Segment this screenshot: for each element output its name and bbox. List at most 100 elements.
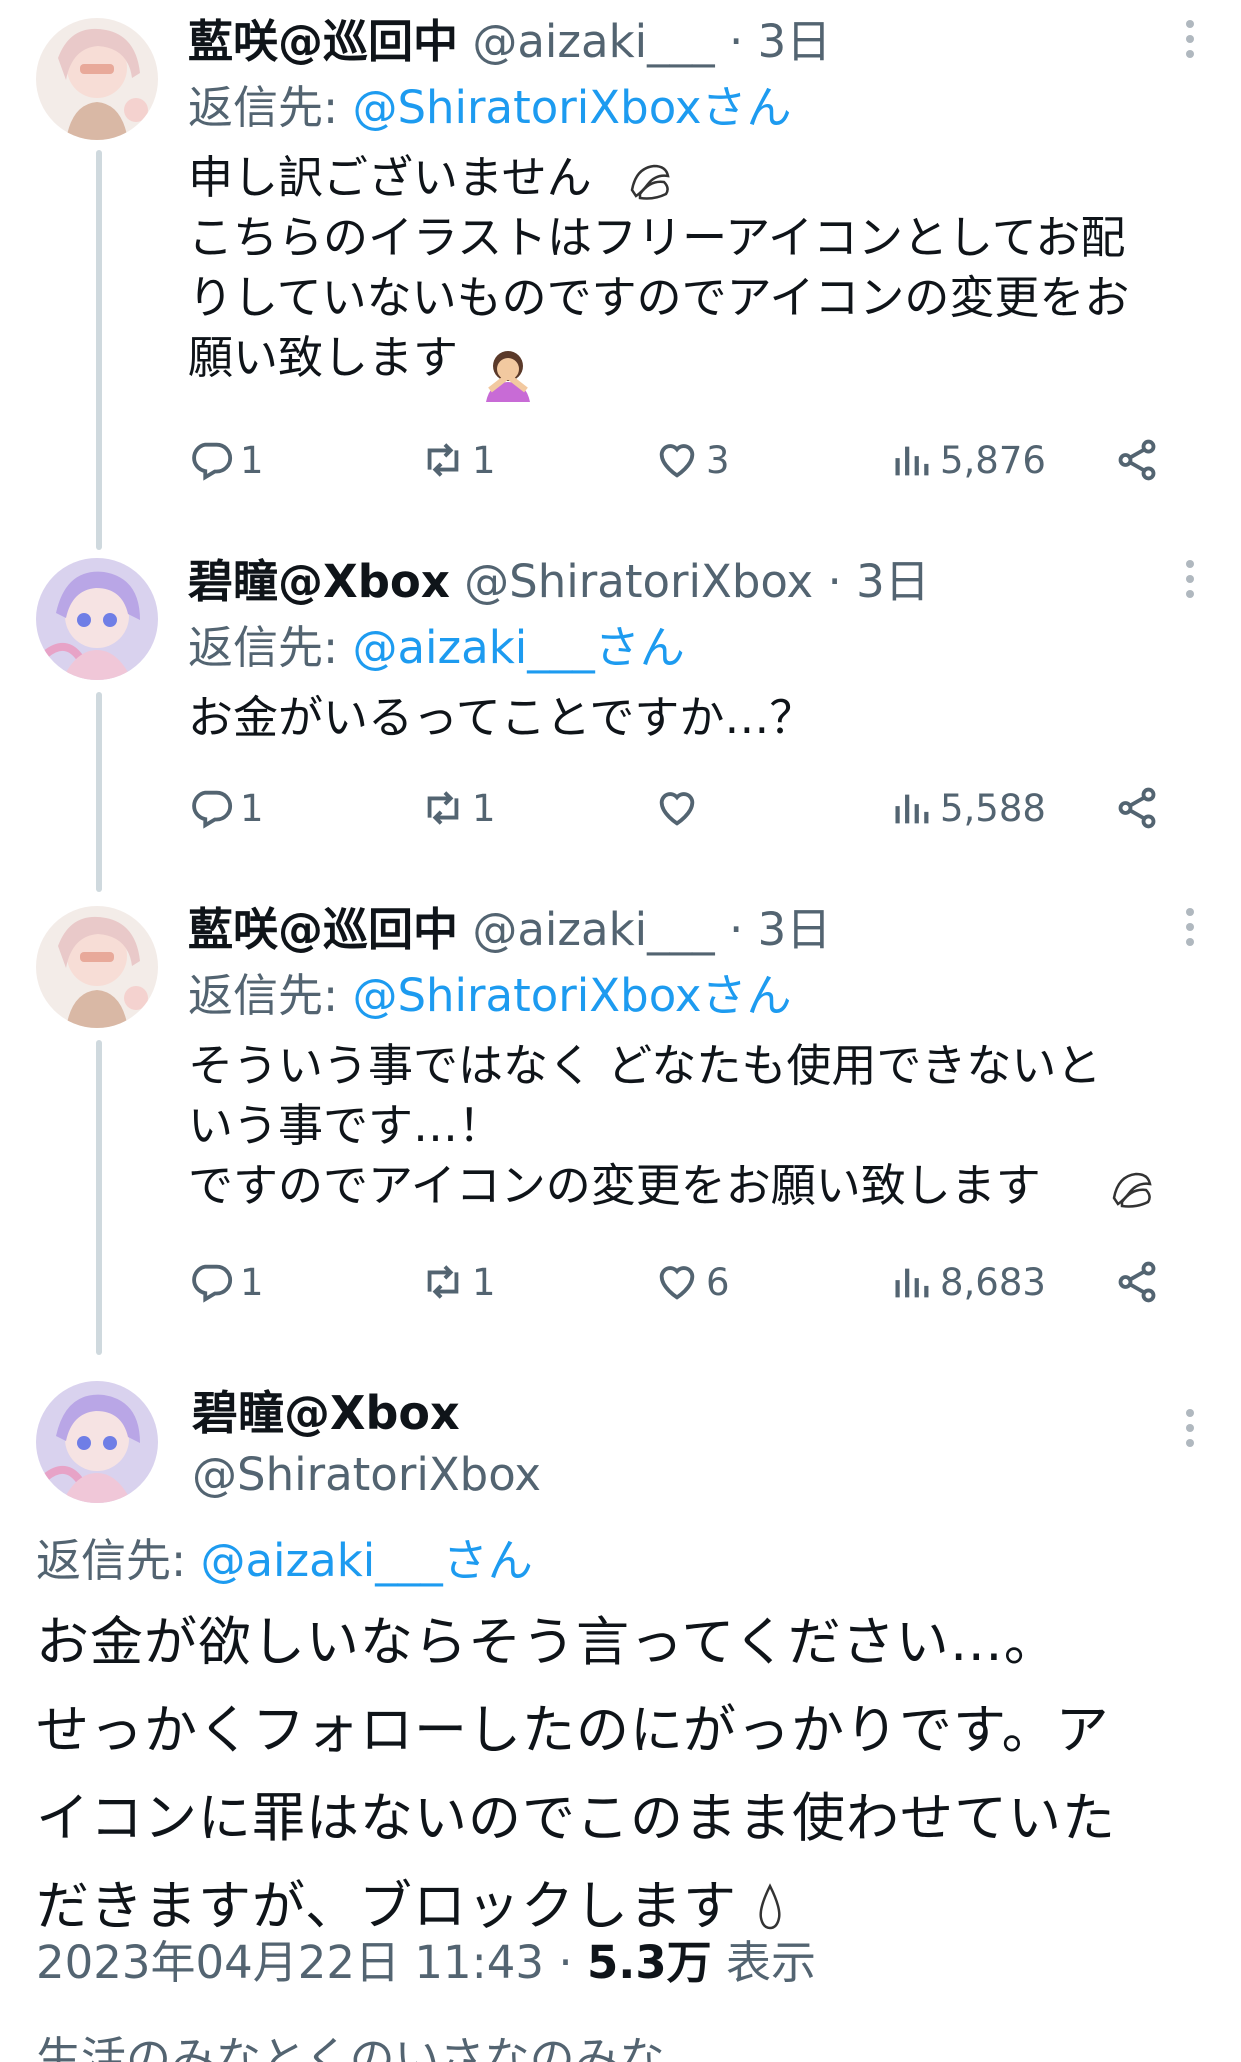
views-count: 8,683 — [940, 1260, 1046, 1304]
post-date[interactable]: 2023年04月22日 11:43 — [36, 1936, 544, 1989]
view-label: 表示 — [711, 1936, 816, 1989]
like-button[interactable] — [654, 780, 706, 836]
share-icon — [1118, 439, 1156, 481]
tweet-3[interactable]: 藍咲@巡回中 @aizaki___ · 3日 返信先: @ShiratoriXb… — [0, 888, 1241, 1348]
reply-icon — [192, 1264, 233, 1303]
share-icon — [1118, 787, 1156, 829]
focal-tweet-text: お金が欲しいならそう言ってください…。 せっかくフォローしたのにがっかりです。ア… — [36, 1599, 1206, 1959]
views-button[interactable]: 5,876 — [888, 432, 1046, 488]
avatar-image — [36, 18, 158, 140]
reply-to-mention[interactable]: @aizaki___さん — [200, 1534, 532, 1587]
focal-tweet: 碧瞳@Xbox @ShiratoriXbox 返信先: @aizaki___さん… — [0, 1355, 1241, 2048]
retweet-icon — [427, 443, 459, 477]
more-icon[interactable] — [1183, 560, 1197, 598]
avatar[interactable] — [36, 18, 158, 140]
reply-to-mention[interactable]: @ShiratoriXboxさん — [352, 969, 791, 1022]
retweet-count: 1 — [472, 438, 496, 482]
tweet-header: 藍咲@巡回中 @aizaki___ · 3日 — [188, 14, 831, 70]
avatar[interactable] — [36, 906, 158, 1028]
tweet-actions: 1 1 3 5,876 — [188, 432, 1168, 488]
heart-icon — [659, 1266, 695, 1300]
separator-dot: · — [544, 1936, 587, 1989]
more-icon[interactable] — [1183, 908, 1197, 946]
tweet-actions: 1 1 5,588 — [188, 780, 1168, 836]
display-name[interactable]: 碧瞳@Xbox — [192, 1385, 460, 1441]
views-icon — [895, 794, 929, 824]
reply-icon — [192, 442, 233, 481]
focal-text-line-content: だきますが、ブロックします — [36, 1876, 737, 1937]
share-button[interactable] — [1114, 1254, 1160, 1310]
share-button[interactable] — [1114, 432, 1160, 488]
tweet-1[interactable]: 藍咲@巡回中 @aizaki___ · 3日 返信先: @ShiratoriXb… — [0, 0, 1241, 540]
retweet-icon — [427, 1265, 459, 1299]
views-count: 5,588 — [940, 786, 1046, 830]
user-handle[interactable]: @aizaki___ — [472, 903, 714, 956]
views-count: 5,876 — [940, 438, 1046, 482]
reply-button[interactable]: 1 — [188, 432, 264, 488]
tweet-actions: 1 1 6 8,683 — [188, 1254, 1168, 1310]
avatar[interactable] — [36, 558, 158, 680]
more-icon[interactable] — [1183, 1409, 1197, 1447]
separator-dot: · — [728, 903, 744, 956]
reply-to-prefix: 返信先: — [188, 81, 353, 134]
tweet-text-content: そういう事ではなく どなたも使用できないと いう事です…！ ですのでアイコンの変… — [188, 1039, 1102, 1212]
reply-to-line: 返信先: @aizaki___さん — [36, 1533, 533, 1589]
avatar-image — [36, 1381, 158, 1503]
timestamp[interactable]: 3日 — [758, 15, 832, 68]
avatar-image — [36, 558, 158, 680]
tweet-text: そういう事ではなく どなたも使用できないと いう事です…！ ですのでアイコンの変… — [188, 1036, 1198, 1216]
focal-text-line: お金が欲しいならそう言ってください…。 — [36, 1612, 1058, 1673]
reply-to-line: 返信先: @ShiratoriXboxさん — [188, 80, 791, 136]
display-name[interactable]: 藍咲@巡回中 — [188, 903, 458, 956]
reply-count: 1 — [240, 438, 264, 482]
tweet-header: 藍咲@巡回中 @aizaki___ · 3日 — [188, 902, 831, 958]
timestamp[interactable]: 3日 — [758, 903, 832, 956]
separator-dot: · — [728, 15, 744, 68]
retweet-button[interactable]: 1 — [420, 1254, 496, 1310]
bowing-hands-emoji — [1108, 1168, 1156, 1216]
avatar[interactable] — [36, 1381, 158, 1503]
reply-to-mention[interactable]: @aizaki___さん — [352, 621, 684, 674]
person-gesturing-emoji — [480, 346, 536, 406]
user-handle[interactable]: @aizaki___ — [472, 15, 714, 68]
reply-to-mention[interactable]: @ShiratoriXboxさん — [352, 81, 791, 134]
tweet-text-content: お金がいるってことですか…？ — [188, 691, 815, 744]
reply-count: 1 — [240, 786, 264, 830]
share-button[interactable] — [1114, 780, 1160, 836]
tweet-header: 碧瞳@Xbox @ShiratoriXbox · 3日 — [188, 554, 930, 610]
like-button[interactable]: 3 — [654, 432, 730, 488]
reply-to-line: 返信先: @ShiratoriXboxさん — [188, 968, 791, 1024]
reply-count: 1 — [240, 1260, 264, 1304]
views-button[interactable]: 8,683 — [888, 1254, 1046, 1310]
reply-to-prefix: 返信先: — [188, 969, 353, 1022]
reply-to-line: 返信先: @aizaki___さん — [188, 620, 685, 676]
tweet-2[interactable]: 碧瞳@Xbox @ShiratoriXbox · 3日 返信先: @aizaki… — [0, 540, 1241, 860]
views-icon — [895, 446, 929, 476]
user-handle[interactable]: @ShiratoriXbox — [464, 555, 813, 608]
views-button[interactable]: 5,588 — [888, 780, 1046, 836]
display-name[interactable]: 藍咲@巡回中 — [188, 15, 458, 68]
retweet-button[interactable]: 1 — [420, 432, 496, 488]
retweet-button[interactable]: 1 — [420, 780, 496, 836]
like-count: 3 — [706, 438, 730, 482]
tweet-text: 申し訳ございません こちらのイラストはフリーアイコンとしてお配 りしていないもの… — [188, 148, 1198, 388]
focal-text-line: せっかくフォローしたのにがっかりです。ア — [36, 1700, 1110, 1761]
timestamp[interactable]: 3日 — [856, 555, 930, 608]
reply-to-prefix: 返信先: — [188, 621, 353, 674]
focal-text-line: イコンに罪はないのでこのまま使わせていた — [36, 1788, 1116, 1849]
like-count: 6 — [706, 1260, 730, 1304]
avatar-image — [36, 906, 158, 1028]
display-name[interactable]: 碧瞳@Xbox — [188, 555, 450, 608]
heart-icon — [659, 444, 695, 478]
heart-icon — [659, 792, 695, 826]
share-icon — [1118, 1261, 1156, 1303]
more-icon[interactable] — [1183, 20, 1197, 58]
retweet-count: 1 — [472, 1260, 496, 1304]
reply-button[interactable]: 1 — [188, 1254, 264, 1310]
truncated-text: 生活のみなとくのいさなのみな — [36, 2032, 665, 2062]
reply-icon — [192, 790, 233, 829]
reply-button[interactable]: 1 — [188, 780, 264, 836]
view-count: 5.3万 — [586, 1936, 712, 1989]
user-handle[interactable]: @ShiratoriXbox — [192, 1447, 541, 1503]
like-button[interactable]: 6 — [654, 1254, 730, 1310]
